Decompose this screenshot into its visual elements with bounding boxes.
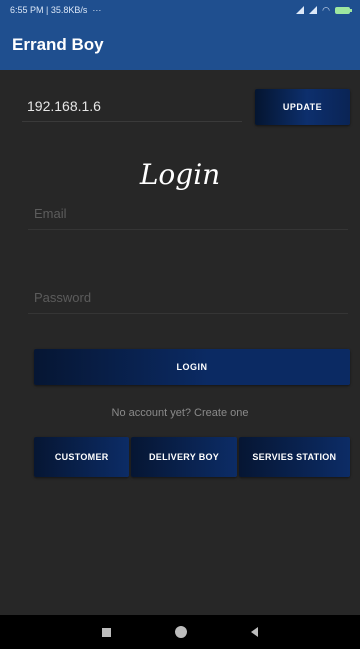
signal-icon-2 <box>309 6 318 14</box>
email-field[interactable] <box>28 198 348 230</box>
app-title: Errand Boy <box>12 35 104 54</box>
password-field[interactable] <box>28 282 348 314</box>
service-station-button[interactable]: SERVIES STATION <box>238 437 350 477</box>
system-nav-bar <box>0 615 360 649</box>
login-screen: UPDATE Login LOGIN No account yet? Creat… <box>0 70 360 615</box>
back-icon[interactable] <box>251 627 258 637</box>
update-button[interactable]: UPDATE <box>255 89 350 125</box>
role-buttons: CUSTOMER DELIVERY BOY SERVIES STATION <box>34 437 350 477</box>
recent-apps-icon[interactable] <box>102 627 111 637</box>
status-more-icon: ··· <box>92 5 102 15</box>
status-right: ◠ <box>296 4 352 16</box>
app-bar: Errand Boy <box>0 20 360 70</box>
delivery-boy-button[interactable]: DELIVERY BOY <box>131 437 237 477</box>
wifi-icon: ◠ <box>322 4 330 15</box>
status-bar: 6:55 PM | 35.8KB/s ··· ◠ <box>0 0 360 20</box>
status-left: 6:55 PM | 35.8KB/s ··· <box>10 5 101 15</box>
home-icon[interactable] <box>175 626 187 638</box>
signal-icon <box>296 6 305 14</box>
server-ip-row: UPDATE <box>22 89 360 130</box>
login-title: Login <box>139 158 221 191</box>
customer-button[interactable]: CUSTOMER <box>34 437 130 477</box>
server-ip-input[interactable] <box>22 90 242 122</box>
battery-icon <box>335 6 352 14</box>
login-button[interactable]: LOGIN <box>34 349 350 385</box>
create-account-link[interactable]: No account yet? Create one <box>0 407 360 419</box>
status-time: 6:55 PM | 35.8KB/s <box>10 5 88 15</box>
